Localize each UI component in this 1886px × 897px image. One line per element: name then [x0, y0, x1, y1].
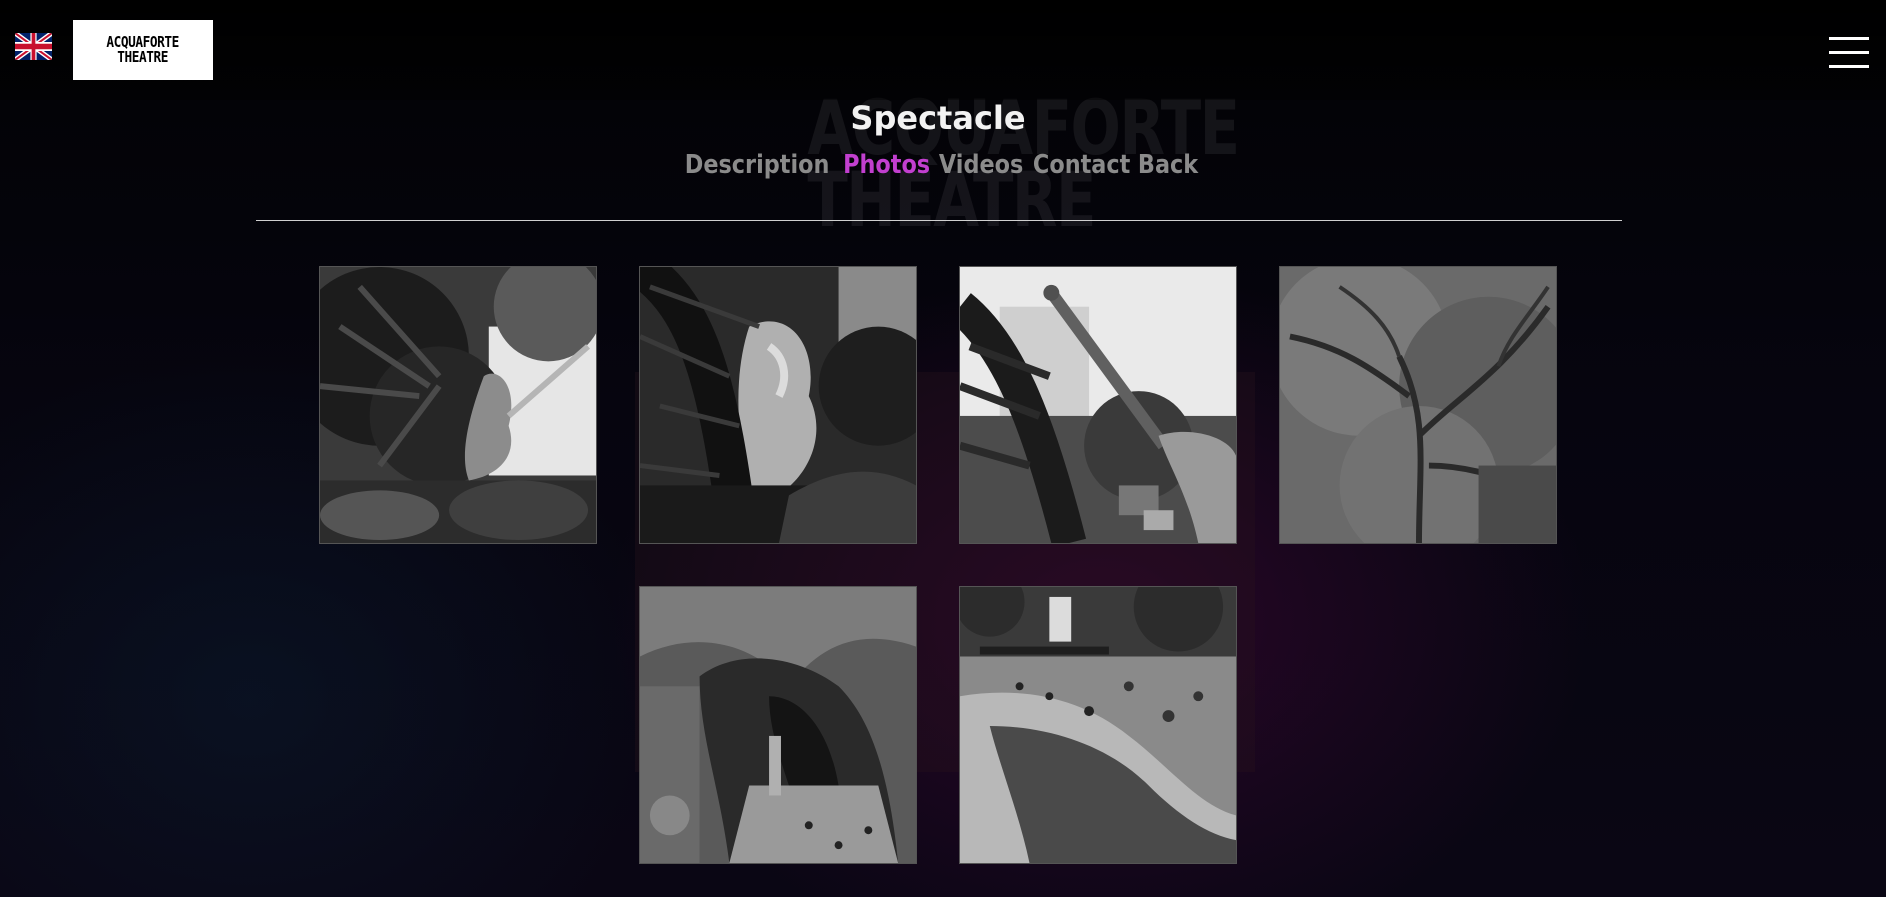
section-tabs: Description Photos Videos Contact Back — [0, 150, 1876, 180]
site-logo[interactable]: ACQUAFORTE THEATRE — [73, 20, 213, 80]
tab-back[interactable]: Back — [1138, 150, 1198, 180]
tab-description[interactable]: Description — [684, 150, 829, 180]
tab-photos[interactable]: Photos — [843, 150, 930, 180]
gallery-photo-grotto[interactable] — [639, 586, 917, 864]
uk-flag-icon[interactable] — [15, 33, 52, 60]
gallery-photo-fountain[interactable] — [959, 586, 1237, 864]
hamburger-menu-icon[interactable] — [1829, 37, 1869, 69]
page-title: Spectacle — [850, 99, 1026, 137]
divider — [256, 220, 1622, 221]
gallery-photo-statue-palms[interactable] — [319, 266, 597, 544]
gallery-photo-tree[interactable] — [1279, 266, 1557, 544]
logo-text: ACQUAFORTE THEATRE — [106, 33, 180, 66]
gallery-photo-statue-fronds[interactable] — [639, 266, 917, 544]
site-header: ACQUAFORTE THEATRE — [0, 0, 1886, 100]
tab-contact[interactable]: Contact — [1033, 150, 1130, 180]
page: ACQUAFORTE THEATRE ACQUAFORTE THEATRE Spe… — [0, 0, 1886, 897]
tab-videos[interactable]: Videos — [939, 150, 1023, 180]
gallery-photo-statue-street[interactable] — [959, 266, 1237, 544]
